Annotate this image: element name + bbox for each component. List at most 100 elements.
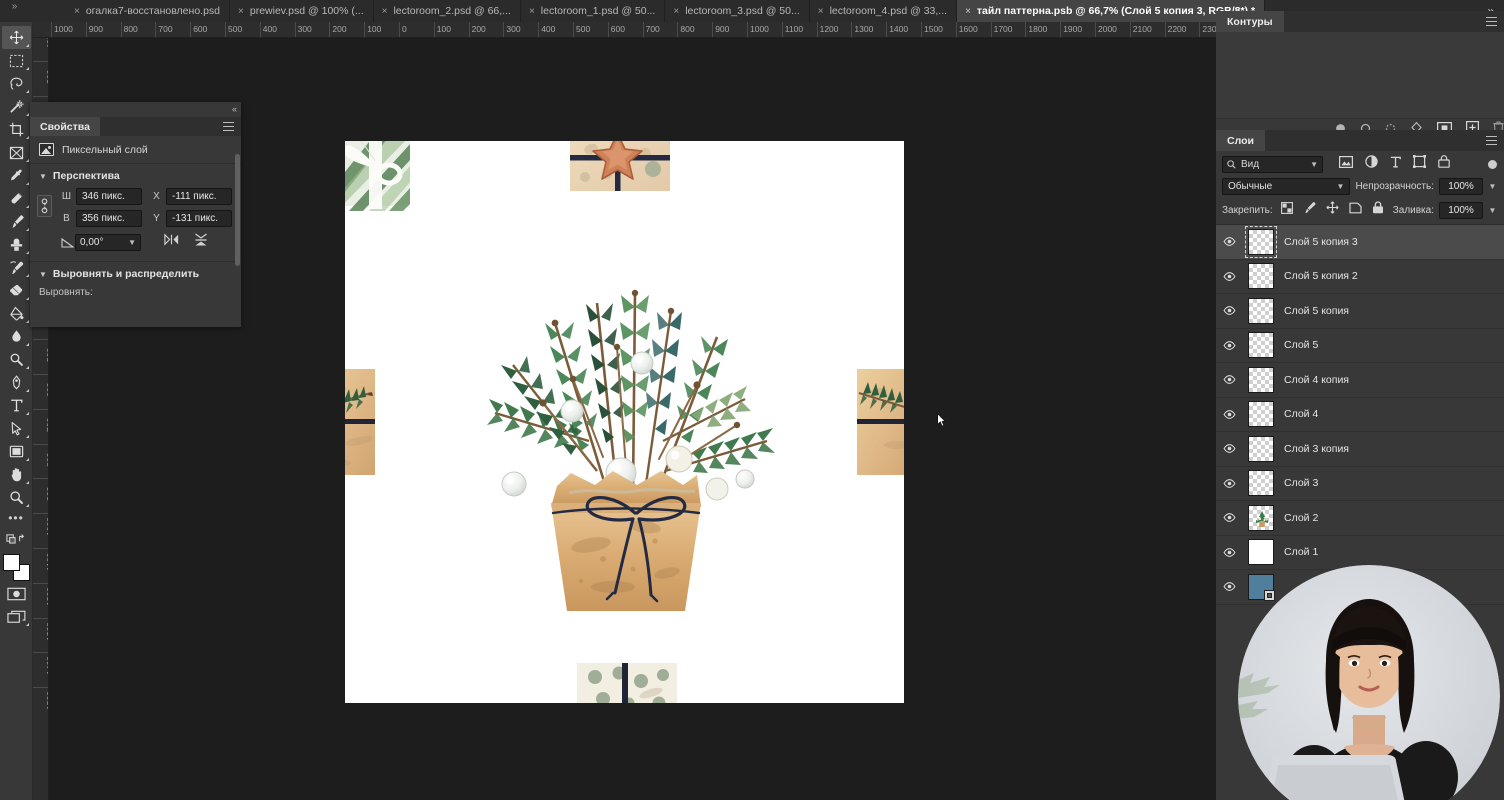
layer-row[interactable]: Слой 4 копия (1216, 363, 1504, 398)
align-section-header[interactable]: ▼ Выровнять и распределить (30, 262, 241, 284)
close-icon[interactable]: × (238, 6, 244, 17)
lock-all-icon[interactable] (1372, 201, 1384, 219)
link-chain-icon[interactable] (37, 195, 52, 217)
eye-icon[interactable] (1216, 237, 1243, 247)
quick-mask-swap-icon[interactable] (2, 527, 31, 550)
eye-icon[interactable] (1216, 340, 1243, 350)
clone-stamp-tool[interactable] (2, 233, 31, 256)
chevron-down-icon[interactable]: ▼ (39, 172, 47, 181)
blend-mode-select[interactable]: Обычные ▼ (1222, 178, 1351, 195)
close-icon[interactable]: × (529, 6, 535, 17)
lock-image-pixels-icon[interactable] (1303, 201, 1316, 219)
foreground-color-swatch[interactable] (3, 554, 20, 571)
eye-icon[interactable] (1216, 547, 1243, 557)
angle-input[interactable]: 0,00° ▼ (75, 233, 141, 251)
close-icon[interactable]: × (673, 6, 679, 17)
tab-layers[interactable]: Слои (1216, 130, 1265, 151)
layer-thumbnail[interactable] (1248, 504, 1274, 531)
layer-list[interactable]: Слой 5 копия 3 Слой 5 копия 2 Слой 5 копия… (1216, 224, 1504, 605)
frame-tool[interactable] (2, 141, 31, 164)
brush-tool[interactable] (2, 210, 31, 233)
eyedropper-tool[interactable] (2, 164, 31, 187)
eye-icon[interactable] (1216, 306, 1243, 316)
chevron-down-icon[interactable]: ▼ (1310, 160, 1318, 169)
layer-thumbnail[interactable] (1248, 401, 1274, 428)
layer-name[interactable]: Слой 5 копия (1279, 305, 1349, 317)
gradient-tool[interactable] (2, 302, 31, 325)
close-icon[interactable]: × (965, 6, 971, 17)
document-tab[interactable]: × prewiev.psd @ 100% (... (230, 0, 374, 22)
fill-input[interactable]: 100% (1439, 201, 1483, 219)
layer-thumbnail[interactable] (1248, 435, 1274, 462)
layer-name[interactable]: Слой 3 (1279, 477, 1318, 489)
flip-vertical-icon[interactable] (194, 232, 208, 252)
layer-filter-kind-select[interactable]: Вид ▼ (1222, 155, 1323, 173)
layer-name[interactable]: Слой 4 копия (1279, 374, 1349, 386)
filter-enable-toggle[interactable] (1488, 159, 1497, 169)
layer-row[interactable]: Слой 4 (1216, 397, 1504, 432)
flip-horizontal-icon[interactable] (163, 233, 180, 251)
height-input[interactable]: 356 пикс. (76, 210, 142, 227)
close-icon[interactable]: × (382, 6, 388, 17)
width-input[interactable]: 346 пикс. (76, 188, 142, 205)
artboard[interactable] (345, 141, 904, 703)
properties-scrollbar[interactable] (235, 154, 240, 266)
chevron-down-icon[interactable]: ▼ (1337, 182, 1345, 191)
lock-artboard-nesting-icon[interactable] (1349, 201, 1362, 219)
layer-thumbnail[interactable] (1248, 366, 1274, 393)
lasso-tool[interactable] (2, 72, 31, 95)
quick-mask-mode-icon[interactable] (2, 582, 31, 605)
layer-thumbnail[interactable] (1248, 332, 1274, 359)
panel-menu-icon[interactable] (223, 117, 241, 136)
tab-properties[interactable]: Свойства (30, 117, 100, 136)
transform-section-header[interactable]: ▼ Перспектива (30, 164, 241, 186)
layer-name[interactable]: Слой 5 копия 3 (1279, 236, 1358, 248)
horizontal-ruler[interactable]: 1000 900 800 700 600 500 400 300 200 100 0 100 200 30… (33, 22, 1216, 38)
chevron-down-icon[interactable]: ▼ (39, 270, 47, 279)
filter-pixel-icon[interactable] (1339, 155, 1354, 173)
layer-thumbnail[interactable] (1248, 263, 1274, 290)
layer-row[interactable]: Слой 2 (1216, 501, 1504, 536)
eye-icon[interactable] (1216, 271, 1243, 281)
layer-row[interactable]: Слой 5 (1216, 328, 1504, 363)
layer-thumbnail[interactable] (1248, 539, 1274, 566)
layer-name[interactable]: Слой 4 (1279, 408, 1318, 420)
eraser-tool[interactable] (2, 279, 31, 302)
document-tab[interactable]: × lectoroom_1.psd @ 50... (520, 0, 666, 22)
layer-row[interactable]: Слой 5 копия 2 (1216, 259, 1504, 294)
filter-smart-object-icon[interactable] (1438, 155, 1450, 173)
chevron-double-right-icon[interactable]: » (0, 0, 28, 22)
layer-name[interactable]: Слой 5 копия 2 (1279, 270, 1358, 282)
blur-tool[interactable] (2, 325, 31, 348)
dodge-tool[interactable] (2, 348, 31, 371)
layer-name[interactable]: Слой 5 (1279, 339, 1318, 351)
lock-position-icon[interactable] (1326, 201, 1339, 219)
type-tool[interactable] (2, 394, 31, 417)
layer-thumbnail[interactable] (1245, 225, 1277, 258)
eye-icon[interactable] (1216, 582, 1243, 592)
crop-tool[interactable] (2, 118, 31, 141)
paths-list[interactable] (1216, 32, 1504, 118)
opacity-input[interactable]: 100% (1439, 178, 1483, 195)
rectangle-shape-tool[interactable] (2, 440, 31, 463)
history-brush-tool[interactable] (2, 256, 31, 279)
panel-menu-icon[interactable] (1486, 136, 1497, 145)
chevron-down-icon[interactable]: ▼ (1488, 182, 1497, 191)
filter-type-icon[interactable] (1390, 155, 1401, 173)
chevron-down-icon[interactable]: ▼ (1488, 206, 1497, 215)
layer-name[interactable]: Слой 1 (1279, 546, 1318, 558)
eye-icon[interactable] (1216, 513, 1243, 523)
eye-icon[interactable] (1216, 409, 1243, 419)
chevron-down-icon[interactable]: ▼ (128, 238, 136, 247)
document-tab[interactable]: × lectoroom_2.psd @ 66,... (373, 0, 521, 22)
layer-thumbnail[interactable] (1248, 297, 1274, 324)
close-icon[interactable]: × (818, 6, 824, 17)
hand-tool[interactable] (2, 463, 31, 486)
path-selection-tool[interactable] (2, 417, 31, 440)
layer-thumbnail[interactable] (1248, 573, 1275, 601)
filter-shape-icon[interactable] (1413, 155, 1426, 173)
layer-row[interactable]: Слой 5 копия (1216, 294, 1504, 329)
eye-icon[interactable] (1216, 444, 1243, 454)
layer-row[interactable]: Слой 5 копия 3 (1216, 225, 1504, 260)
layer-name[interactable]: Слой 3 копия (1279, 443, 1349, 455)
